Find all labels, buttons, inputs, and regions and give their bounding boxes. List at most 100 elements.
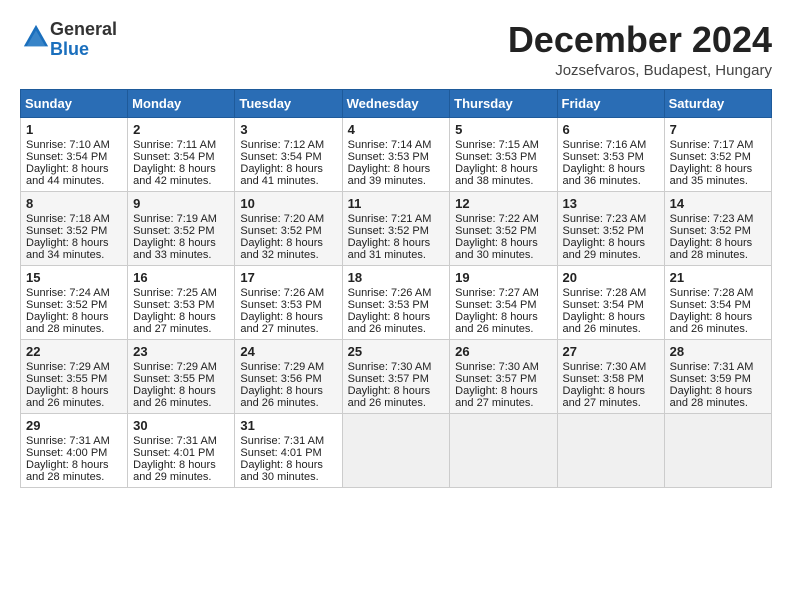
- sunset-text: Sunset: 3:54 PM: [455, 299, 536, 311]
- daylight-text: Daylight: 8 hours and 28 minutes.: [670, 237, 753, 261]
- calendar-cell: 1Sunrise: 7:10 AMSunset: 3:54 PMDaylight…: [21, 117, 128, 191]
- sunrise-text: Sunrise: 7:15 AM: [455, 139, 539, 151]
- calendar-cell: 28Sunrise: 7:31 AMSunset: 3:59 PMDayligh…: [664, 339, 771, 413]
- daylight-text: Daylight: 8 hours and 39 minutes.: [348, 163, 431, 187]
- daylight-text: Daylight: 8 hours and 26 minutes.: [348, 311, 431, 335]
- calendar-cell: 30Sunrise: 7:31 AMSunset: 4:01 PMDayligh…: [128, 413, 235, 487]
- sunset-text: Sunset: 3:54 PM: [240, 151, 321, 163]
- daylight-text: Daylight: 8 hours and 27 minutes.: [240, 311, 323, 335]
- day-number: 21: [670, 270, 766, 285]
- sunset-text: Sunset: 3:57 PM: [455, 373, 536, 385]
- week-row-3: 15Sunrise: 7:24 AMSunset: 3:52 PMDayligh…: [21, 265, 772, 339]
- sunrise-text: Sunrise: 7:28 AM: [563, 287, 647, 299]
- sunrise-text: Sunrise: 7:31 AM: [670, 361, 754, 373]
- sunrise-text: Sunrise: 7:26 AM: [240, 287, 324, 299]
- daylight-text: Daylight: 8 hours and 26 minutes.: [26, 385, 109, 409]
- sunset-text: Sunset: 3:52 PM: [240, 225, 321, 237]
- sunset-text: Sunset: 3:52 PM: [348, 225, 429, 237]
- weekday-header-monday: Monday: [128, 89, 235, 117]
- sunrise-text: Sunrise: 7:29 AM: [240, 361, 324, 373]
- daylight-text: Daylight: 8 hours and 26 minutes.: [455, 311, 538, 335]
- sunset-text: Sunset: 3:52 PM: [26, 299, 107, 311]
- calendar-cell: [342, 413, 450, 487]
- sunrise-text: Sunrise: 7:26 AM: [348, 287, 432, 299]
- day-number: 19: [455, 270, 551, 285]
- sunset-text: Sunset: 3:58 PM: [563, 373, 644, 385]
- sunset-text: Sunset: 3:53 PM: [563, 151, 644, 163]
- sunset-text: Sunset: 3:52 PM: [670, 225, 751, 237]
- sunset-text: Sunset: 3:55 PM: [26, 373, 107, 385]
- daylight-text: Daylight: 8 hours and 28 minutes.: [670, 385, 753, 409]
- sunrise-text: Sunrise: 7:22 AM: [455, 213, 539, 225]
- calendar-cell: 29Sunrise: 7:31 AMSunset: 4:00 PMDayligh…: [21, 413, 128, 487]
- weekday-header-wednesday: Wednesday: [342, 89, 450, 117]
- sunset-text: Sunset: 3:53 PM: [348, 299, 429, 311]
- day-number: 18: [348, 270, 445, 285]
- sunrise-text: Sunrise: 7:14 AM: [348, 139, 432, 151]
- daylight-text: Daylight: 8 hours and 26 minutes.: [240, 385, 323, 409]
- calendar-cell: 5Sunrise: 7:15 AMSunset: 3:53 PMDaylight…: [450, 117, 557, 191]
- sunrise-text: Sunrise: 7:23 AM: [563, 213, 647, 225]
- sunset-text: Sunset: 4:01 PM: [240, 447, 321, 459]
- sunrise-text: Sunrise: 7:23 AM: [670, 213, 754, 225]
- daylight-text: Daylight: 8 hours and 28 minutes.: [26, 459, 109, 483]
- calendar-cell: [557, 413, 664, 487]
- sunset-text: Sunset: 4:00 PM: [26, 447, 107, 459]
- day-number: 28: [670, 344, 766, 359]
- day-number: 29: [26, 418, 122, 433]
- calendar-cell: 18 Sunrise: 7:26 AMSunset: 3:53 PMDayligh…: [342, 265, 450, 339]
- day-number: 31: [240, 418, 336, 433]
- sunrise-text: Sunrise: 7:30 AM: [563, 361, 647, 373]
- weekday-header-thursday: Thursday: [450, 89, 557, 117]
- sunrise-text: Sunrise: 7:21 AM: [348, 213, 432, 225]
- calendar-cell: [450, 413, 557, 487]
- day-number: 9: [133, 196, 229, 211]
- day-number: 17: [240, 270, 336, 285]
- logo-icon: [22, 23, 50, 51]
- daylight-text: Daylight: 8 hours and 42 minutes.: [133, 163, 216, 187]
- sunrise-text: Sunrise: 7:31 AM: [240, 435, 324, 447]
- sunrise-text: Sunrise: 7:17 AM: [670, 139, 754, 151]
- sunset-text: Sunset: 3:52 PM: [455, 225, 536, 237]
- calendar-table: SundayMondayTuesdayWednesdayThursdayFrid…: [20, 89, 772, 488]
- sunrise-text: Sunrise: 7:19 AM: [133, 213, 217, 225]
- day-number: 8: [26, 196, 122, 211]
- day-number: 23: [133, 344, 229, 359]
- calendar-cell: 7Sunrise: 7:17 AMSunset: 3:52 PMDaylight…: [664, 117, 771, 191]
- sunrise-text: Sunrise: 7:29 AM: [133, 361, 217, 373]
- day-number: 2: [133, 122, 229, 137]
- calendar-cell: 13Sunrise: 7:23 AMSunset: 3:52 PMDayligh…: [557, 191, 664, 265]
- daylight-text: Daylight: 8 hours and 29 minutes.: [133, 459, 216, 483]
- calendar-cell: 10Sunrise: 7:20 AMSunset: 3:52 PMDayligh…: [235, 191, 342, 265]
- week-row-5: 29Sunrise: 7:31 AMSunset: 4:00 PMDayligh…: [21, 413, 772, 487]
- calendar-cell: 15 Sunrise: 7:24 AMSunset: 3:52 PMDayligh…: [21, 265, 128, 339]
- daylight-text: Daylight: 8 hours and 33 minutes.: [133, 237, 216, 261]
- daylight-text: Daylight: 8 hours and 41 minutes.: [240, 163, 323, 187]
- daylight-text: Daylight: 8 hours and 44 minutes.: [26, 163, 109, 187]
- daylight-text: Daylight: 8 hours and 26 minutes.: [670, 311, 753, 335]
- daylight-text: Daylight: 8 hours and 29 minutes.: [563, 237, 646, 261]
- day-number: 15: [26, 270, 122, 285]
- calendar-cell: 31 Sunrise: 7:31 AMSunset: 4:01 PMDayligh…: [235, 413, 342, 487]
- sunrise-text: Sunrise: 7:20 AM: [240, 213, 324, 225]
- calendar-cell: 26Sunrise: 7:30 AMSunset: 3:57 PMDayligh…: [450, 339, 557, 413]
- calendar-cell: 27Sunrise: 7:30 AMSunset: 3:58 PMDayligh…: [557, 339, 664, 413]
- sunset-text: Sunset: 3:54 PM: [133, 151, 214, 163]
- weekday-header-tuesday: Tuesday: [235, 89, 342, 117]
- daylight-text: Daylight: 8 hours and 30 minutes.: [240, 459, 323, 483]
- logo-general: General: [50, 19, 117, 39]
- day-number: 6: [563, 122, 659, 137]
- sunrise-text: Sunrise: 7:24 AM: [26, 287, 110, 299]
- calendar-cell: 17Sunrise: 7:26 AMSunset: 3:53 PMDayligh…: [235, 265, 342, 339]
- daylight-text: Daylight: 8 hours and 28 minutes.: [26, 311, 109, 335]
- week-row-2: 8Sunrise: 7:18 AMSunset: 3:52 PMDaylight…: [21, 191, 772, 265]
- sunrise-text: Sunrise: 7:29 AM: [26, 361, 110, 373]
- logo: General Blue: [20, 20, 117, 60]
- day-number: 20: [563, 270, 659, 285]
- sunrise-text: Sunrise: 7:28 AM: [670, 287, 754, 299]
- day-number: 13: [563, 196, 659, 211]
- sunrise-text: Sunrise: 7:12 AM: [240, 139, 324, 151]
- calendar-cell: 21Sunrise: 7:28 AMSunset: 3:54 PMDayligh…: [664, 265, 771, 339]
- sunset-text: Sunset: 3:54 PM: [26, 151, 107, 163]
- day-number: 5: [455, 122, 551, 137]
